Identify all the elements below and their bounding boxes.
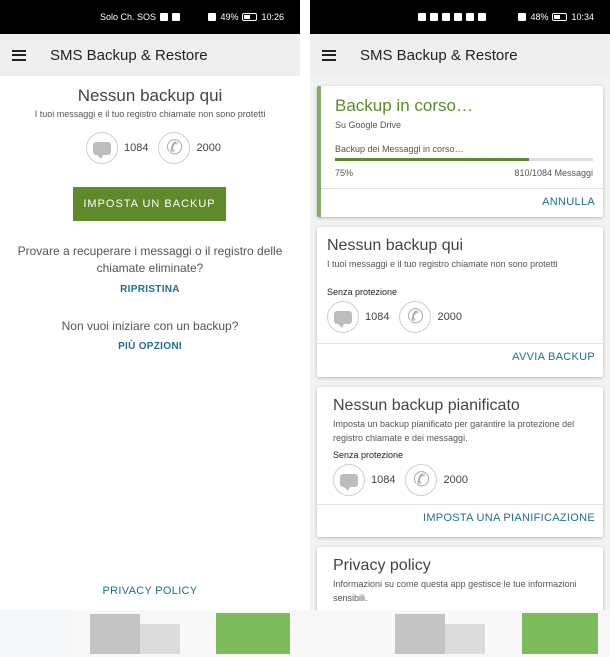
app-bar: SMS Backup & Restore (0, 34, 300, 76)
message-count: 1084 (365, 311, 390, 323)
progress-counter: 810/1084 Messaggi (514, 168, 593, 178)
call-count: 2000 (437, 311, 462, 323)
status-bar: Solo Ch. SOS 49% 10:26 (0, 0, 300, 34)
clock: 10:34 (571, 12, 594, 22)
restore-link[interactable]: RIPRISTINA (4, 284, 296, 295)
privacy-card-title: Privacy policy (333, 557, 431, 574)
backup-status-card: Nessun backup qui I tuoi messaggi e il t… (317, 227, 603, 377)
recover-question: Provare a recuperare i messaggi o il reg… (17, 244, 283, 275)
menu-icon[interactable] (322, 49, 336, 61)
phone-icon-circle: ✆ (405, 464, 438, 496)
screen-divider (300, 0, 310, 610)
message-icon (93, 141, 111, 159)
message-icon-circle (333, 464, 365, 496)
status-bar: 48% 10:34 (310, 0, 610, 34)
empty-title: Nessun backup qui (77, 86, 223, 105)
message-count: 1084 (371, 474, 396, 486)
backup-card-subtitle: I tuoi messaggi e il tuo registro chiama… (327, 259, 558, 269)
clock: 10:26 (261, 12, 284, 22)
progress-title: Backup in corso… (335, 96, 473, 115)
message-icon-circle (86, 132, 118, 164)
call-count: 2000 (443, 474, 468, 486)
ad-block (395, 614, 445, 654)
progress-detail: Backup dei Messaggi in corso… (335, 144, 464, 154)
battery-percent: 48% (530, 12, 549, 22)
phone-icon: ✆ (413, 469, 430, 491)
more-options-link[interactable]: PIÙ OPZIONI (0, 341, 300, 352)
backup-progress-card: Backup in corso… Su Google Drive Backup … (317, 86, 603, 217)
app-notification-icon (442, 13, 450, 21)
message-icon (334, 310, 352, 328)
twitter-icon (466, 13, 474, 21)
empty-subtitle: I tuoi messaggi e il tuo registro chiama… (34, 109, 266, 119)
signal-icon (160, 13, 169, 21)
progress-bar (335, 158, 593, 161)
ad-block (522, 613, 598, 654)
no-backup-question: Non vuoi iniziare con un backup? (61, 319, 239, 333)
phone-icon: ✆ (407, 306, 424, 328)
privacy-policy-card[interactable]: Privacy policy Informazioni su come ques… (317, 547, 603, 610)
progress-info-row: 75% 810/1084 Messaggi (335, 166, 593, 180)
ad-block (445, 624, 485, 654)
counts-row: 1084 ✆ 2000 (86, 132, 221, 164)
ad-banner[interactable] (0, 610, 610, 657)
set-schedule-button[interactable]: IMPOSTA UNA PIANIFICAZIONE (423, 512, 595, 524)
progress-subtitle: Su Google Drive (335, 120, 402, 130)
message-icon-circle (327, 301, 359, 333)
battery-icon (552, 13, 568, 21)
phone-icon: ✆ (166, 137, 183, 159)
app-title: SMS Backup & Restore (50, 46, 208, 64)
ad-block (0, 610, 70, 657)
message-icon (340, 473, 358, 491)
privacy-policy-link[interactable]: PRIVACY POLICY (0, 585, 300, 597)
app-title: SMS Backup & Restore (360, 46, 518, 64)
schedule-card-title: Nessun backup pianificato (333, 397, 520, 414)
cancel-button[interactable]: ANNULLA (542, 196, 595, 208)
schedule-card: Nessun backup pianificato Imposta un bac… (317, 387, 603, 537)
right-screen: 48% 10:34 SMS Backup & Restore Backup in… (310, 0, 610, 610)
notification-icon (418, 13, 426, 21)
progress-percent: 75% (335, 168, 354, 178)
battery-percent: 49% (220, 12, 239, 22)
start-backup-button[interactable]: AVVIA BACKUP (512, 351, 595, 363)
wifi-icon (430, 13, 438, 21)
protection-label: Senza protezione (333, 450, 404, 460)
battery-icon (242, 13, 258, 21)
mute-icon (208, 13, 217, 21)
left-screen: Solo Ch. SOS 49% 10:26 SMS Backup & Rest… (0, 0, 300, 610)
phone-icon-circle: ✆ (399, 301, 432, 333)
ad-block (90, 614, 140, 654)
ad-block (140, 624, 180, 654)
privacy-card-subtitle: Informazioni su come questa app gestisce… (333, 579, 577, 603)
call-count: 2000 (196, 142, 221, 154)
schedule-card-subtitle: Imposta un backup pianificato per garant… (333, 419, 575, 443)
ad-block (216, 613, 290, 654)
menu-icon[interactable] (12, 49, 26, 61)
counts-row: 1084 ✆ 2000 (333, 464, 593, 496)
wifi-icon (172, 13, 181, 21)
progress-bar-fill (335, 158, 529, 161)
phone-icon-circle: ✆ (158, 132, 191, 164)
instagram-icon (454, 13, 462, 21)
telegram-icon (478, 13, 486, 21)
carrier-label: Solo Ch. SOS (100, 12, 157, 22)
mute-icon (518, 13, 527, 21)
app-bar: SMS Backup & Restore (310, 34, 610, 76)
backup-card-title: Nessun backup qui (327, 237, 464, 254)
protection-label: Senza protezione (327, 287, 398, 297)
setup-backup-button[interactable]: IMPOSTA UN BACKUP (73, 187, 226, 221)
message-count: 1084 (124, 142, 149, 154)
counts-row: 1084 ✆ 2000 (327, 301, 593, 333)
